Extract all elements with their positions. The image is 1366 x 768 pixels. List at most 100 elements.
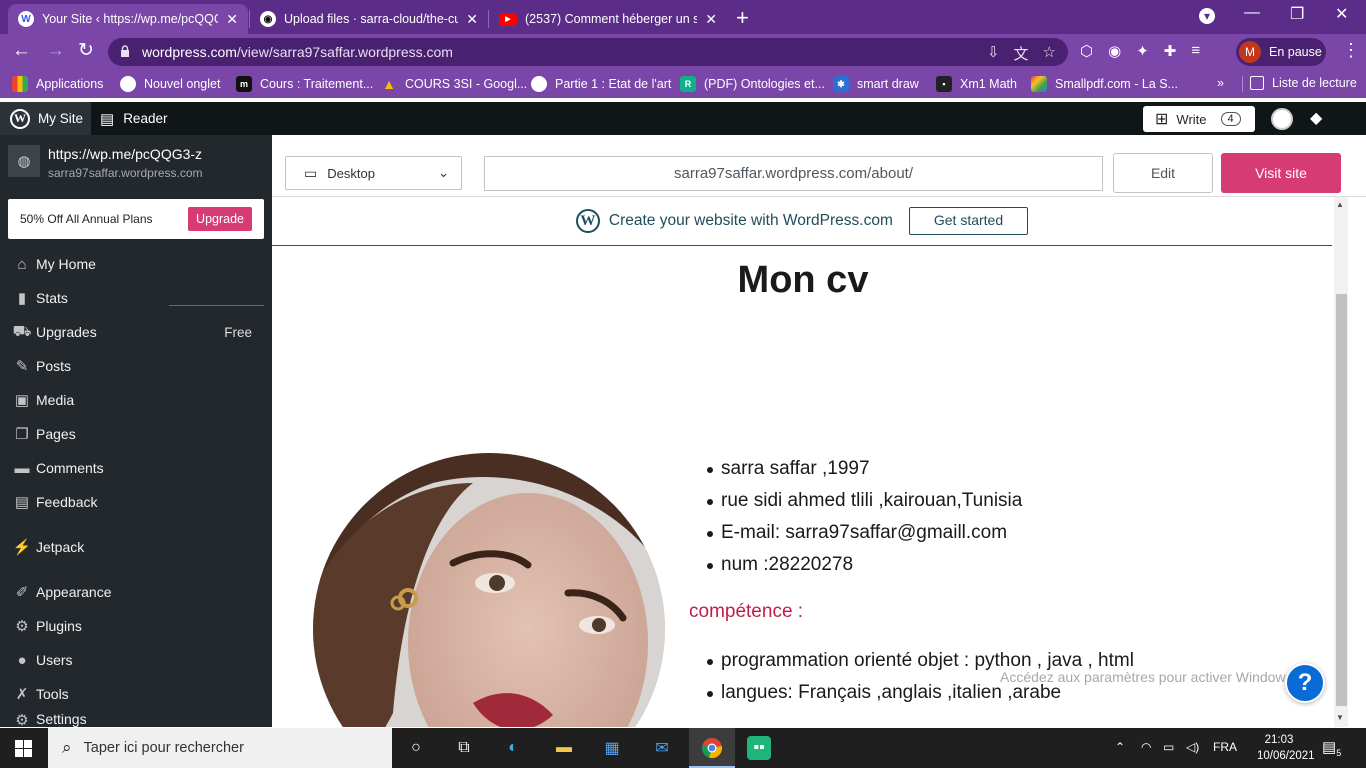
install-icon[interactable]: ⇩ [987,43,1000,64]
wifi-icon[interactable]: ◠ [1141,740,1151,754]
chrome-icon[interactable] [699,736,725,760]
taskbar-search-box[interactable]: ⌕ Taper ici pour rechercher [48,728,392,768]
windows-start-icon[interactable] [15,740,32,757]
device-select[interactable]: ▭ Desktop ⌄ [285,156,462,190]
cortana-circle-icon[interactable]: ○ [403,736,429,760]
puzzle-extensions-icon[interactable]: ✚ [1164,42,1177,60]
sidebar-item-plugins[interactable]: ⚙ Plugins [0,609,272,643]
sidebar-item-label: Comments [36,460,104,476]
tab-youtube[interactable]: ▶ (2537) Comment héberger un site ✕ [489,4,727,34]
restore-icon[interactable]: ❐ [1290,4,1304,24]
bookmarks-overflow-icon[interactable]: » [1217,76,1224,90]
upgrade-button[interactable]: Upgrade [188,207,252,231]
sidebar-item-users[interactable]: ● Users [0,643,272,677]
notification-center-icon[interactable]: ▤5 [1322,738,1341,758]
sidebar-item-tools[interactable]: ✗ Tools [0,677,272,711]
battery-icon[interactable]: ▭ [1163,740,1174,754]
tab-search-chevron-icon[interactable]: ▾ [1199,8,1215,24]
edge-browser-icon[interactable]: ◐ [500,736,526,760]
user-avatar[interactable] [1271,108,1293,130]
sidebar-item-settings[interactable]: ⚙ Settings [0,711,272,727]
edit-button[interactable]: Edit [1113,153,1213,193]
translate-icon[interactable]: 文 [1014,43,1029,64]
bookmark-new-tab[interactable]: Nouvel onglet [120,76,220,92]
chat-app-icon[interactable]: ▪▪ [747,736,771,760]
visit-site-button[interactable]: Visit site [1221,153,1341,193]
tab-your-site[interactable]: W Your Site ‹ https://wp.me/pcQQG ✕ [8,4,248,34]
clock[interactable]: 21:03 10/06/2021 [1257,732,1315,764]
window-close-icon[interactable]: ✕ [1335,4,1348,24]
youtube-icon: ▶ [499,12,517,26]
bookmark-label: COURS 3SI - Googl... [405,77,528,91]
bookmark-applications[interactable]: Applications [12,76,103,92]
address-bar[interactable]: wordpress.com/view/sarra97saffar.wordpre… [108,38,1068,66]
sidebar-item-stats[interactable]: ▮ Stats [0,281,272,315]
volume-icon[interactable]: ◁) [1186,740,1199,754]
bookmarks-bar: Applications Nouvel onglet m Cours : Tra… [0,70,1366,98]
bookmark-smart-draw[interactable]: ✱ smart draw [833,76,919,92]
help-question-icon[interactable]: ? [1285,663,1325,703]
device-label: Desktop [327,165,375,181]
forward-arrow-icon[interactable]: → [46,41,65,61]
bookmark-label: Xm1 Math [960,77,1017,91]
bookmark-smallpdf[interactable]: Smallpdf.com - La S... [1031,76,1178,92]
sidebar-item-upgrades[interactable]: ⛟ Upgrades Free [0,315,272,349]
notifications-bell-icon[interactable]: ◆ [1310,108,1322,128]
extension-circle-icon[interactable]: ◉ [1108,42,1121,60]
extension-bird-icon[interactable]: ✦ [1136,42,1149,60]
write-button[interactable]: ⊞ Write 4 [1143,106,1255,132]
sidebar-item-feedback[interactable]: ▤ Feedback [0,485,272,519]
list-item: num :28220278 [706,551,1022,583]
profile-button[interactable]: M En pause [1236,38,1326,66]
feedback-icon: ▤ [14,494,30,511]
star-bookmark-icon[interactable]: ☆ [1043,43,1056,64]
sidebar-item-media[interactable]: ▣ Media [0,383,272,417]
close-tab-icon[interactable]: ✕ [705,11,717,28]
reader-button[interactable]: ▤ Reader [100,102,167,135]
minimize-icon[interactable]: — [1244,4,1260,22]
tab-upload-files[interactable]: ◉ Upload files · sarra-cloud/the-cur ✕ [250,4,488,34]
back-arrow-icon[interactable]: ← [12,41,31,61]
file-explorer-icon[interactable]: ▬ [551,736,577,760]
tab-title: Your Site ‹ https://wp.me/pcQQG [42,12,219,26]
preview-url-field[interactable]: sarra97saffar.wordpress.com/about/ [484,156,1103,191]
site-title: https://wp.me/pcQQG3-z [48,146,203,162]
mail-envelope-icon[interactable]: ✉ [649,736,675,760]
bookmark-partie-1[interactable]: Partie 1 : Etat de l'art [531,76,671,92]
github-icon: ◉ [260,11,276,27]
write-plus-icon: ⊞ [1155,111,1169,128]
sidebar-item-posts[interactable]: ✎ Posts [0,349,272,383]
close-tab-icon[interactable]: ✕ [466,11,478,28]
site-globe-icon: ◍ [8,145,40,177]
media-queue-icon[interactable]: ≡ [1191,42,1200,60]
sidebar-item-jetpack[interactable]: ⚡ Jetpack [0,530,272,564]
chrome-menu-icon[interactable]: ⋮ [1342,40,1360,61]
site-card[interactable]: ◍ https://wp.me/pcQQG3-z sarra97saffar.w… [8,145,264,195]
url-text: wordpress.com/view/sarra97saffar.wordpre… [142,44,453,60]
bookmark-xm1-math[interactable]: ▪ Xm1 Math [936,76,1017,92]
task-view-icon[interactable]: ⧉ [451,736,477,760]
sidebar-item-pages[interactable]: ❐ Pages [0,417,272,451]
get-started-button[interactable]: Get started [908,207,1029,235]
tray-chevron-up-icon[interactable]: ⌃ [1115,740,1125,754]
close-tab-icon[interactable]: ✕ [226,11,238,28]
new-tab-plus-icon[interactable]: + [736,5,749,31]
sidebar-item-comments[interactable]: ▬ Comments [0,451,272,485]
my-site-button[interactable]: W My Site [0,102,91,135]
sidebar-item-appearance[interactable]: ✐ Appearance [0,575,272,609]
scroll-up-arrow-icon[interactable]: ▲ [1336,200,1344,209]
reading-list[interactable]: Liste de lecture [1250,76,1357,90]
store-bag-icon[interactable]: ▦ [599,736,625,760]
wrench-icon: ✗ [15,686,29,703]
scroll-down-arrow-icon[interactable]: ▼ [1336,713,1344,722]
scrollbar-thumb[interactable] [1336,294,1347,706]
extension-shield-icon[interactable]: ⬡ [1080,42,1093,60]
bookmark-cours-3si[interactable]: ▲ COURS 3SI - Googl... [381,76,527,92]
reload-icon[interactable]: ↻ [78,41,94,61]
language-indicator[interactable]: FRA [1213,740,1237,754]
chevron-down-icon: ⌄ [438,165,449,180]
wordpress-logo-icon: W [575,209,600,233]
bookmark-cours[interactable]: m Cours : Traitement... [236,76,373,92]
sidebar-item-my-home[interactable]: ⌂ My Home [0,247,272,281]
bookmark-ontologies[interactable]: R (PDF) Ontologies et... [680,76,825,92]
